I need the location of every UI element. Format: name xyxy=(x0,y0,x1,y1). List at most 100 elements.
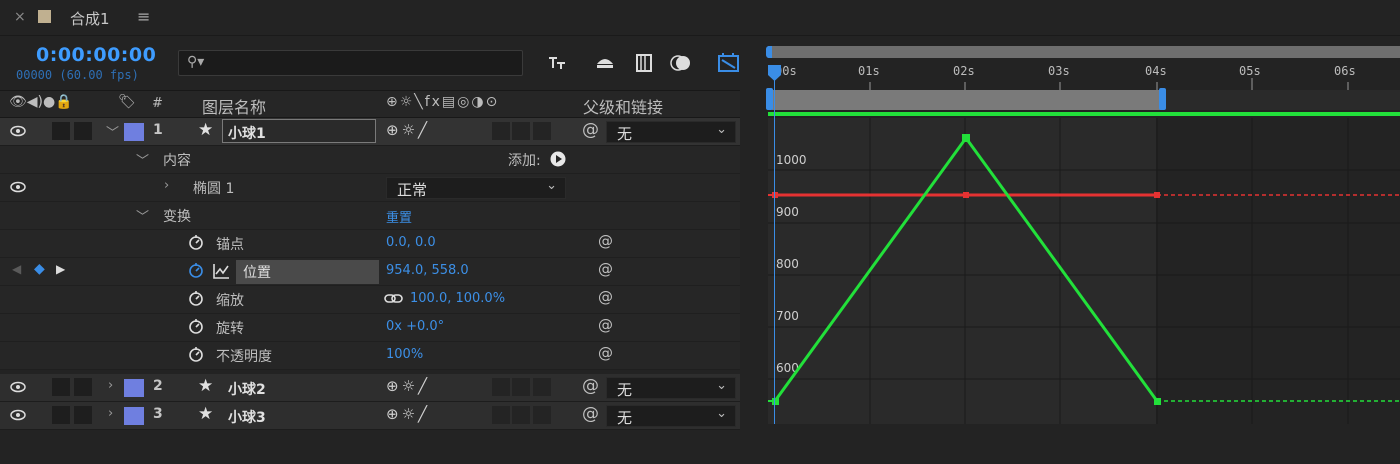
property-value[interactable]: 0.0, 0.0 xyxy=(386,235,436,250)
property-value[interactable]: 954.0, 558.0 xyxy=(386,263,469,278)
navigator-start-handle[interactable] xyxy=(766,46,772,58)
fx-switch[interactable] xyxy=(492,378,510,396)
parent-dropdown-2[interactable]: 无 ⌄ xyxy=(606,377,736,399)
expand-chevron-icon[interactable]: › xyxy=(108,406,113,421)
stopwatch-active-icon[interactable] xyxy=(188,262,204,278)
frame-blending-icon[interactable] xyxy=(632,50,658,76)
previous-keyframe-icon[interactable]: ◀ xyxy=(12,262,21,276)
layer-row-1[interactable]: ﹀ 1 ★ 小球1 ⊕☼╱ @ 无 ⌄ xyxy=(0,118,740,146)
motion-blur-switch[interactable] xyxy=(533,378,551,396)
layer-switches[interactable]: ⊕☼╱ xyxy=(386,405,430,423)
add-menu-label[interactable]: 添加: xyxy=(508,150,541,170)
keyframe-marker[interactable] xyxy=(1154,192,1160,198)
layer-label-color[interactable] xyxy=(124,407,144,425)
lock-switch[interactable] xyxy=(74,122,92,140)
expand-chevron-icon[interactable]: › xyxy=(108,378,113,393)
solo-switch[interactable] xyxy=(52,122,70,140)
collapse-chevron-icon[interactable]: ﹀ xyxy=(136,206,149,225)
expand-chevron-icon[interactable]: › xyxy=(164,178,169,193)
frame-blend-switch[interactable] xyxy=(512,378,530,396)
stopwatch-icon[interactable] xyxy=(188,318,204,334)
visibility-eye-icon[interactable] xyxy=(10,125,26,137)
expression-pickwhip-icon[interactable]: @ xyxy=(598,260,613,278)
solo-switch[interactable] xyxy=(52,378,70,396)
frame-blend-switch[interactable] xyxy=(512,406,530,424)
property-row-rotation[interactable]: 旋转 0x +0.0° @ xyxy=(0,314,740,342)
playhead-handle-icon[interactable] xyxy=(767,64,783,82)
keyframe-marker[interactable] xyxy=(772,192,778,198)
transform-reset-link[interactable]: 重置 xyxy=(386,207,412,226)
layer-label-color[interactable] xyxy=(124,123,144,141)
work-area-start-handle[interactable] xyxy=(766,88,773,110)
motion-blur-switch[interactable] xyxy=(533,122,551,140)
layer-row-3[interactable]: › 3 ★ 小球3 ⊕☼╱ @ 无 ⌄ xyxy=(0,402,740,430)
solo-switch[interactable] xyxy=(52,406,70,424)
number-column-header[interactable]: # xyxy=(152,96,163,111)
add-menu-play-icon[interactable] xyxy=(550,151,566,167)
contents-group-row[interactable]: ﹀ 内容 添加: xyxy=(0,146,740,174)
shy-layers-icon[interactable] xyxy=(592,50,618,76)
expression-pickwhip-icon[interactable]: @ xyxy=(598,288,613,306)
composition-tab-title[interactable]: 合成1 xyxy=(70,8,110,29)
property-row-opacity[interactable]: 不透明度 100% @ xyxy=(0,342,740,370)
expression-pickwhip-icon[interactable]: @ xyxy=(598,344,613,362)
layer-name[interactable]: 小球1 xyxy=(228,123,266,143)
lock-switch[interactable] xyxy=(74,378,92,396)
blend-mode-dropdown[interactable]: 正常 ⌄ xyxy=(386,177,566,199)
property-value[interactable]: 100% xyxy=(386,347,423,362)
property-row-scale[interactable]: 缩放 100.0, 100.0% @ xyxy=(0,286,740,314)
parent-dropdown-3[interactable]: 无 ⌄ xyxy=(606,405,736,427)
parent-pickwhip-icon[interactable]: @ xyxy=(582,376,599,396)
work-area-end-handle[interactable] xyxy=(1159,88,1166,110)
close-tab-icon[interactable]: × xyxy=(14,9,26,25)
lock-switch[interactable] xyxy=(74,406,92,424)
next-keyframe-icon[interactable]: ▶ xyxy=(56,262,65,276)
parent-pickwhip-icon[interactable]: @ xyxy=(582,404,599,424)
parent-pickwhip-icon[interactable]: @ xyxy=(582,120,599,140)
x-position-curve[interactable] xyxy=(773,135,1159,402)
parent-link-column-header[interactable]: 父级和链接 xyxy=(583,94,663,118)
visibility-eye-icon[interactable] xyxy=(10,409,26,421)
collapse-chevron-icon[interactable]: ﹀ xyxy=(136,150,149,169)
constrain-proportions-link-icon[interactable] xyxy=(384,293,404,305)
playhead-line[interactable] xyxy=(774,74,775,424)
current-time-display[interactable]: 0:00:00:00 xyxy=(36,44,156,66)
keyframe-diamond-icon[interactable]: ◆ xyxy=(34,261,45,277)
time-navigator-bar[interactable] xyxy=(768,46,1400,58)
parent-dropdown-1[interactable]: 无 ⌄ xyxy=(606,121,736,143)
layer-name-column-header[interactable]: 图层名称 xyxy=(202,94,266,118)
panel-menu-icon[interactable]: ≡ xyxy=(137,7,150,26)
stopwatch-icon[interactable] xyxy=(188,290,204,306)
keyframe-marker[interactable] xyxy=(963,192,969,198)
graph-editor-icon[interactable] xyxy=(716,50,742,76)
visibility-eye-icon[interactable] xyxy=(10,181,26,193)
motion-blur-switch[interactable] xyxy=(533,406,551,424)
transform-group-row[interactable]: ﹀ 变换 重置 xyxy=(0,202,740,230)
time-ruler[interactable]: 00s 01s 02s 03s 04s 05s 06s xyxy=(768,58,1400,90)
layer-switches[interactable]: ⊕☼╱ xyxy=(386,377,430,395)
stopwatch-icon[interactable] xyxy=(188,346,204,362)
layer-switches[interactable]: ⊕☼╱ xyxy=(386,121,430,139)
frame-blend-switch[interactable] xyxy=(512,122,530,140)
composition-flowchart-icon[interactable] xyxy=(545,50,571,76)
layer-name[interactable]: 小球2 xyxy=(228,379,266,399)
layer-label-color[interactable] xyxy=(124,379,144,397)
keyframe-marker[interactable] xyxy=(962,134,970,142)
graph-curves[interactable] xyxy=(768,118,1400,424)
collapse-chevron-icon[interactable]: ﹀ xyxy=(106,122,119,141)
property-value[interactable]: 0x +0.0° xyxy=(386,319,444,334)
layer-search-input[interactable]: ⚲▾ xyxy=(178,50,523,76)
work-area-bar[interactable] xyxy=(772,90,1162,110)
ellipse-group-row[interactable]: › 椭圆 1 正常 ⌄ xyxy=(0,174,740,202)
property-value[interactable]: 100.0, 100.0% xyxy=(410,291,505,306)
fx-switch[interactable] xyxy=(492,122,510,140)
expression-pickwhip-icon[interactable]: @ xyxy=(598,316,613,334)
layer-row-2[interactable]: › 2 ★ 小球2 ⊕☼╱ @ 无 ⌄ xyxy=(0,374,740,402)
visibility-eye-icon[interactable] xyxy=(10,381,26,393)
label-icon[interactable]: 🏷 xyxy=(118,94,136,110)
motion-blur-icon[interactable] xyxy=(668,50,694,76)
layer-name[interactable]: 小球3 xyxy=(228,407,266,427)
stopwatch-icon[interactable] xyxy=(188,234,204,250)
graph-include-icon[interactable] xyxy=(212,263,230,279)
keyframe-marker[interactable] xyxy=(1154,398,1161,405)
